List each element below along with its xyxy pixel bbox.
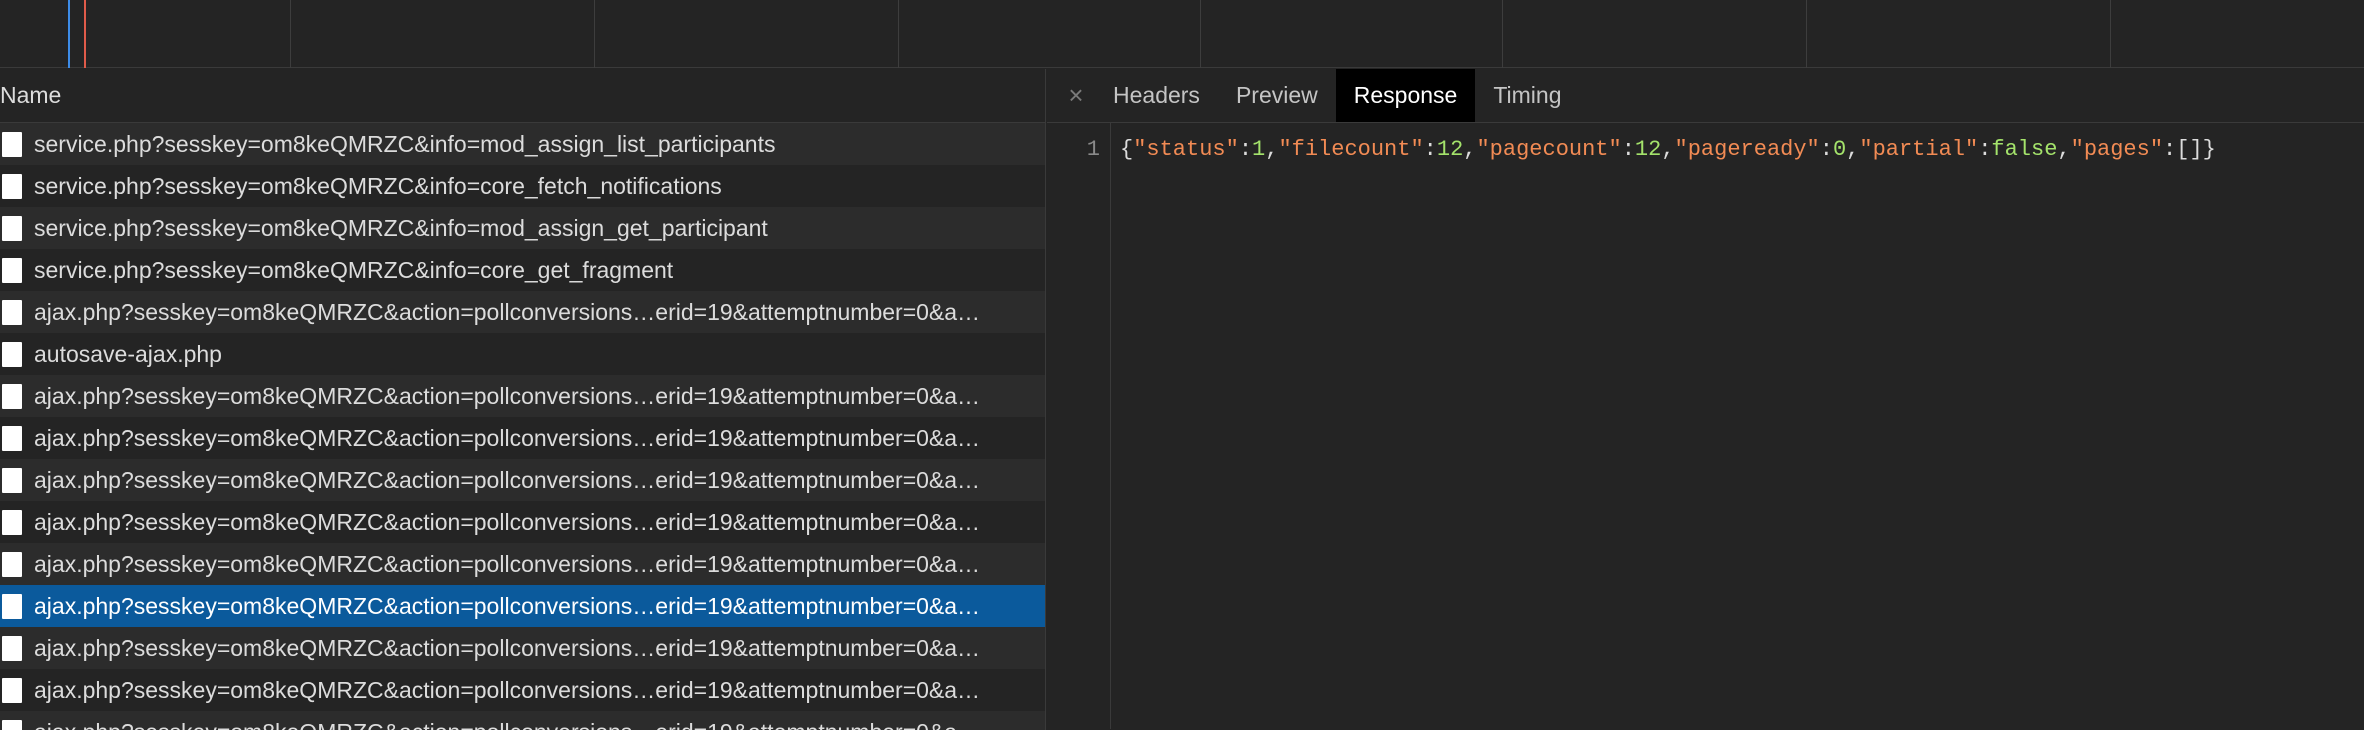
line-number: 1 [1086,137,1100,162]
json-token-num: 0 [1832,137,1847,162]
json-token-key: "pages" [2070,137,2164,162]
json-token-punc: : [1423,137,1437,162]
json-token-punc: , [1846,137,1860,162]
request-name: ajax.php?sesskey=om8keQMRZC&action=pollc… [34,508,981,535]
json-token-punc: , [1463,137,1477,162]
request-row[interactable]: service.php?sesskey=om8keQMRZC&info=mod_… [0,123,1045,165]
file-icon [2,131,22,157]
dom-content-loaded-marker [68,0,70,68]
tab-headers-label: Headers [1113,82,1200,108]
request-row[interactable]: ajax.php?sesskey=om8keQMRZC&action=pollc… [0,585,1045,627]
file-icon [2,635,22,661]
json-token-punc: : [1819,137,1833,162]
json-token-key: "status" [1133,137,1239,162]
file-icon [2,299,22,325]
request-name: service.php?sesskey=om8keQMRZC&info=core… [34,256,674,283]
timeline-gridline [594,0,595,68]
file-icon [2,215,22,241]
request-row[interactable]: service.php?sesskey=om8keQMRZC&info=mod_… [0,207,1045,249]
json-token-key: "partial" [1859,137,1979,162]
tab-preview-label: Preview [1235,82,1318,108]
timeline-gridline [898,0,899,68]
file-icon [2,173,22,199]
json-token-bool: false [1991,137,2058,162]
line-number-gutter: 1 [1047,123,1111,729]
file-icon [2,509,22,535]
tab-headers[interactable]: Headers [1095,69,1218,122]
timeline-gridline [2110,0,2111,68]
tab-preview[interactable]: Preview [1218,69,1336,122]
response-body-viewer[interactable]: 1 {"status":1,"filecount":12,"pagecount"… [1047,123,2364,729]
request-name: service.php?sesskey=om8keQMRZC&info=mod_… [34,130,776,157]
request-row[interactable]: ajax.php?sesskey=om8keQMRZC&action=pollc… [0,417,1045,459]
request-list-pane: Name service.php?sesskey=om8keQMRZC&info… [0,69,1046,730]
json-token-num: 12 [1634,137,1662,162]
request-row[interactable]: ajax.php?sesskey=om8keQMRZC&action=pollc… [0,669,1045,711]
timeline-gridline [1502,0,1503,68]
tab-timing[interactable]: Timing [1475,69,1579,122]
request-detail-pane: × Headers Preview Response Timing 1 {"st… [1047,69,2364,730]
request-name: ajax.php?sesskey=om8keQMRZC&action=pollc… [34,634,981,661]
response-json-text[interactable]: {"status":1,"filecount":12,"pagecount":1… [1120,137,2216,162]
timeline-gridline [1806,0,1807,68]
json-token-punc: { [1120,137,1134,162]
request-name: ajax.php?sesskey=om8keQMRZC&action=pollc… [34,424,981,451]
file-icon [2,425,22,451]
file-icon [2,383,22,409]
timeline-gridline [1200,0,1201,68]
name-column-header-label: Name [0,82,62,108]
file-icon [2,719,22,730]
json-token-punc: :[]} [2163,137,2216,162]
timeline-gridline [290,0,291,68]
json-token-key: "pagecount" [1476,137,1622,162]
request-row[interactable]: ajax.php?sesskey=om8keQMRZC&action=pollc… [0,711,1045,730]
request-name: ajax.php?sesskey=om8keQMRZC&action=pollc… [34,550,981,577]
file-icon [2,257,22,283]
json-token-punc: , [1661,137,1675,162]
request-row[interactable]: ajax.php?sesskey=om8keQMRZC&action=pollc… [0,291,1045,333]
request-name: service.php?sesskey=om8keQMRZC&info=core… [34,172,722,199]
request-row[interactable]: service.php?sesskey=om8keQMRZC&info=core… [0,249,1045,291]
detail-tabbar: × Headers Preview Response Timing [1047,69,2364,123]
request-name: autosave-ajax.php [34,340,222,367]
request-name: ajax.php?sesskey=om8keQMRZC&action=pollc… [34,676,981,703]
request-row[interactable]: ajax.php?sesskey=om8keQMRZC&action=pollc… [0,459,1045,501]
request-row[interactable]: service.php?sesskey=om8keQMRZC&info=core… [0,165,1045,207]
file-icon [2,467,22,493]
request-row[interactable]: ajax.php?sesskey=om8keQMRZC&action=pollc… [0,627,1045,669]
json-token-punc: , [2057,137,2071,162]
json-token-key: "pageready" [1674,137,1820,162]
json-token-num: 1 [1252,137,1266,162]
file-icon [2,677,22,703]
name-column-header[interactable]: Name [0,69,1045,123]
json-token-punc: : [1621,137,1635,162]
request-name: ajax.php?sesskey=om8keQMRZC&action=pollc… [34,298,981,325]
request-row[interactable]: ajax.php?sesskey=om8keQMRZC&action=pollc… [0,375,1045,417]
request-list: service.php?sesskey=om8keQMRZC&info=mod_… [0,123,1045,730]
request-name: ajax.php?sesskey=om8keQMRZC&action=pollc… [34,592,981,619]
request-row[interactable]: ajax.php?sesskey=om8keQMRZC&action=pollc… [0,543,1045,585]
json-token-num: 12 [1436,137,1464,162]
request-name: ajax.php?sesskey=om8keQMRZC&action=pollc… [34,466,981,493]
tab-timing-label: Timing [1493,82,1562,108]
file-icon [2,341,22,367]
json-token-punc: : [1978,137,1992,162]
request-name: service.php?sesskey=om8keQMRZC&info=mod_… [34,214,768,241]
file-icon [2,593,22,619]
tab-response[interactable]: Response [1335,69,1476,122]
network-timeline-overview[interactable] [0,0,2364,68]
load-event-marker [84,0,86,68]
json-token-punc: : [1238,137,1253,162]
request-row[interactable]: ajax.php?sesskey=om8keQMRZC&action=pollc… [0,501,1045,543]
file-icon [2,551,22,577]
json-token-key: "filecount" [1278,137,1424,162]
close-icon[interactable]: × [1057,69,1095,122]
request-name: ajax.php?sesskey=om8keQMRZC&action=pollc… [34,382,981,409]
request-row[interactable]: autosave-ajax.php [0,333,1045,375]
tab-response-label: Response [1353,82,1458,108]
request-name: ajax.php?sesskey=om8keQMRZC&action=pollc… [34,719,1034,730]
json-token-punc: , [1265,137,1279,162]
